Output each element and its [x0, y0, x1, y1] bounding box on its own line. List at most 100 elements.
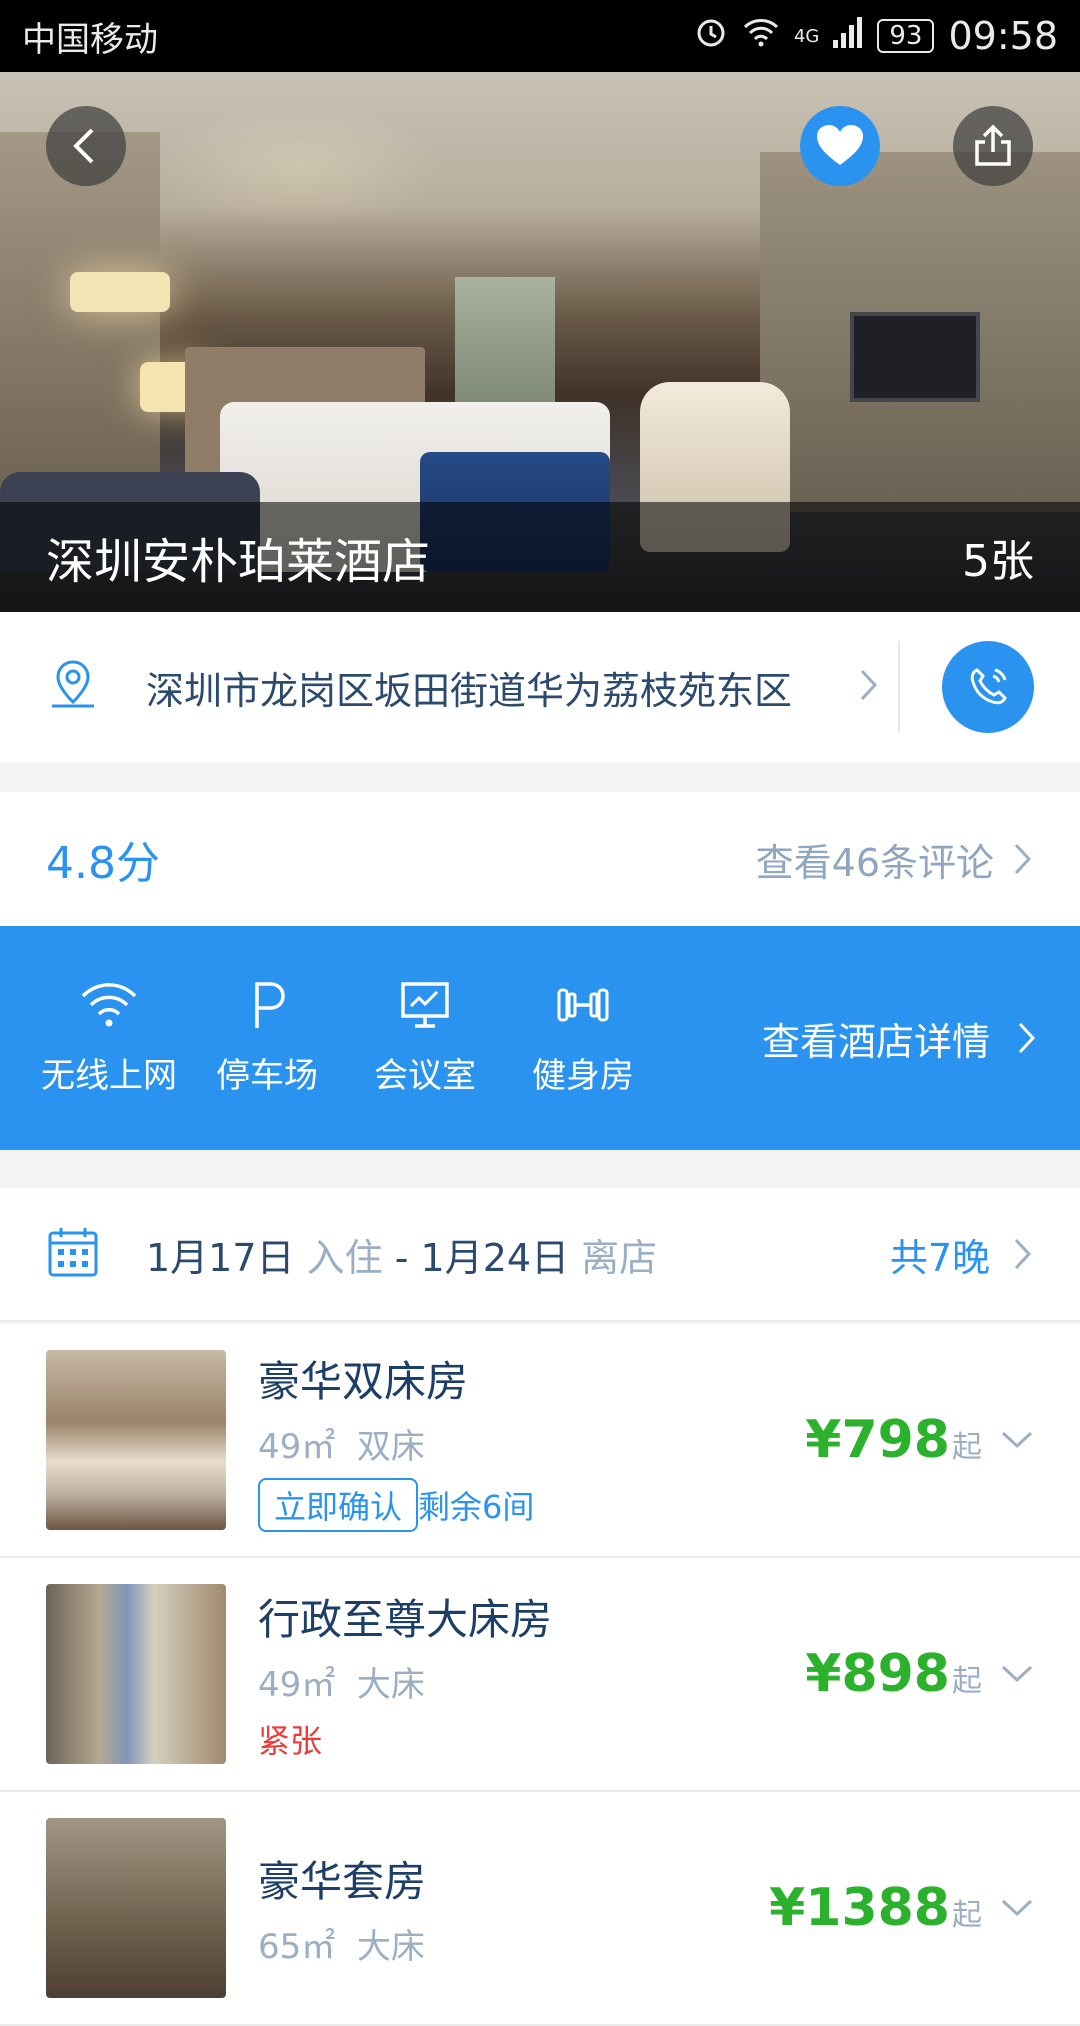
amenity-label: 无线上网 [41, 1055, 177, 1096]
date-separator: - [394, 1235, 409, 1280]
amenity-wifi: 无线上网 [30, 980, 188, 1097]
amenity-label: 健身房 [532, 1055, 634, 1096]
parking-icon [255, 981, 285, 1028]
hotel-photo-banner[interactable]: 深圳安朴珀莱酒店 5张 [0, 72, 1080, 612]
price-value: ¥1388 [769, 1878, 950, 1938]
room-photo[interactable] [46, 1584, 226, 1764]
amenity-parking: 停车场 [188, 980, 346, 1097]
checkout-label: 离店 [581, 1235, 658, 1280]
room-price[interactable]: ¥798起 [805, 1410, 1034, 1470]
photo-lamp [70, 272, 170, 312]
room-info: 豪华套房 65㎡ 大床 [258, 1848, 426, 1968]
photo-tv [850, 312, 980, 402]
room-size: 49㎡ [258, 1427, 336, 1467]
carrier-label: 中国移动 [22, 19, 158, 60]
hotel-name: 深圳安朴珀莱酒店 [46, 534, 431, 590]
hero-caption: 深圳安朴珀莱酒店 5张 [0, 502, 1080, 612]
chevron-down-icon [1001, 1431, 1033, 1449]
amenities-bar[interactable]: 无线上网 停车场 会议室 健身房 查看酒店详情 [0, 926, 1080, 1150]
instant-confirm-badge: 立即确认 [258, 1478, 419, 1532]
checkin-label: 入住 [306, 1235, 383, 1280]
nights-label: 共7晚 [889, 1235, 990, 1280]
chevron-down-icon [1001, 1899, 1033, 1917]
stay-dates: 1月17日 入住 - 1月24日 离店 [146, 1227, 657, 1282]
divider [898, 641, 900, 733]
meeting-room-icon [401, 981, 449, 1028]
rooms-remaining: 剩余6间 [418, 1488, 535, 1526]
room-info: 豪华双床房 49㎡ 双床 立即确认 剩余6间 [258, 1348, 534, 1532]
price-suffix: 起 [952, 1664, 982, 1699]
chevron-right-icon [1018, 1022, 1036, 1054]
room-spec: 65㎡ 大床 [258, 1919, 426, 1968]
reviews-link-label: 查看46条评论 [755, 840, 994, 885]
room-name: 行政至尊大床房 [258, 1595, 553, 1644]
checkin-date: 1月17日 [146, 1235, 295, 1280]
status-icons: 4G 93 09:58 [694, 14, 1058, 58]
gym-icon [557, 988, 609, 1021]
back-button[interactable] [46, 106, 126, 186]
chevron-down-icon [1001, 1665, 1033, 1683]
call-button[interactable] [942, 641, 1034, 733]
chevron-right-icon [858, 668, 880, 706]
room-name: 豪华套房 [258, 1857, 427, 1906]
room-item[interactable]: 行政至尊大床房 49㎡ 大床 紧张 ¥898起 [0, 1558, 1080, 1792]
photo-count[interactable]: 5张 [962, 525, 1034, 589]
status-bar: 中国移动 4G 93 09:58 [0, 0, 1080, 72]
alarm-icon [694, 15, 728, 58]
location-pin-icon [46, 658, 100, 716]
address-text: 深圳市龙岗区坂田街道华为荔枝苑东区 [146, 668, 793, 713]
address-row[interactable]: 深圳市龙岗区坂田街道华为荔枝苑东区 [0, 612, 1080, 762]
chevron-left-icon [73, 128, 94, 164]
room-item[interactable]: 豪华套房 65㎡ 大床 ¥1388起 [0, 1792, 1080, 2026]
room-price[interactable]: ¥898起 [805, 1644, 1034, 1704]
price-value: ¥798 [805, 1410, 950, 1470]
battery-indicator: 93 [877, 19, 935, 53]
battery-level: 93 [889, 21, 923, 51]
room-bed-type: 大床 [356, 1665, 425, 1705]
amenity-meeting-room: 会议室 [346, 980, 504, 1097]
heart-icon [817, 125, 863, 165]
hotel-details-label: 查看酒店详情 [761, 1019, 990, 1064]
hotel-details-link[interactable]: 查看酒店详情 [762, 1011, 1050, 1066]
room-size: 65㎡ [258, 1927, 336, 1967]
price-suffix: 起 [952, 1898, 982, 1933]
price-value: ¥898 [805, 1644, 950, 1704]
amenity-gym: 健身房 [504, 980, 662, 1097]
phone-icon [970, 668, 1007, 705]
signal-icon [833, 16, 863, 57]
room-spec: 49㎡ 大床 [258, 1657, 552, 1706]
room-tags: 立即确认 剩余6间 [258, 1478, 534, 1532]
room-bed-type: 大床 [356, 1927, 425, 1967]
network-type-label: 4G [793, 26, 820, 47]
calendar-icon [46, 1225, 100, 1283]
wifi-icon [81, 982, 137, 1026]
amenity-label: 会议室 [374, 1055, 476, 1096]
chevron-right-icon [1014, 1238, 1032, 1270]
checkout-date: 1月24日 [420, 1235, 570, 1280]
reviews-link[interactable]: 查看46条评论 [756, 832, 1034, 887]
price-suffix: 起 [952, 1430, 982, 1465]
room-name: 豪华双床房 [258, 1357, 469, 1406]
favorite-button[interactable] [800, 106, 880, 186]
room-spec: 49㎡ 双床 [258, 1419, 534, 1468]
room-photo[interactable] [46, 1818, 226, 1998]
share-button[interactable] [953, 106, 1033, 186]
rating-score: 4.8分 [46, 838, 160, 889]
room-item[interactable]: 豪华双床房 49㎡ 双床 立即确认 剩余6间 ¥798起 [0, 1324, 1080, 1558]
stay-dates-row[interactable]: 1月17日 入住 - 1月24日 离店 共7晚 [0, 1188, 1080, 1322]
room-photo[interactable] [46, 1350, 226, 1530]
room-info: 行政至尊大床房 49㎡ 大床 紧张 [258, 1586, 552, 1762]
wifi-status-icon [742, 16, 780, 56]
amenity-label: 停车场 [216, 1055, 318, 1096]
room-list: 豪华双床房 49㎡ 双床 立即确认 剩余6间 ¥798起 行政至尊大床房 49㎡… [0, 1324, 1080, 2026]
photo-wall-left [0, 132, 160, 492]
rating-row[interactable]: 4.8分 查看46条评论 [0, 792, 1080, 926]
availability-warning: 紧张 [258, 1722, 323, 1760]
chevron-right-icon [1014, 843, 1032, 875]
room-price[interactable]: ¥1388起 [769, 1878, 1034, 1938]
share-icon [975, 124, 1011, 166]
room-bed-type: 双床 [356, 1427, 425, 1467]
room-size: 49㎡ [258, 1665, 336, 1705]
nights-count[interactable]: 共7晚 [890, 1227, 1034, 1282]
clock: 09:58 [948, 14, 1058, 58]
